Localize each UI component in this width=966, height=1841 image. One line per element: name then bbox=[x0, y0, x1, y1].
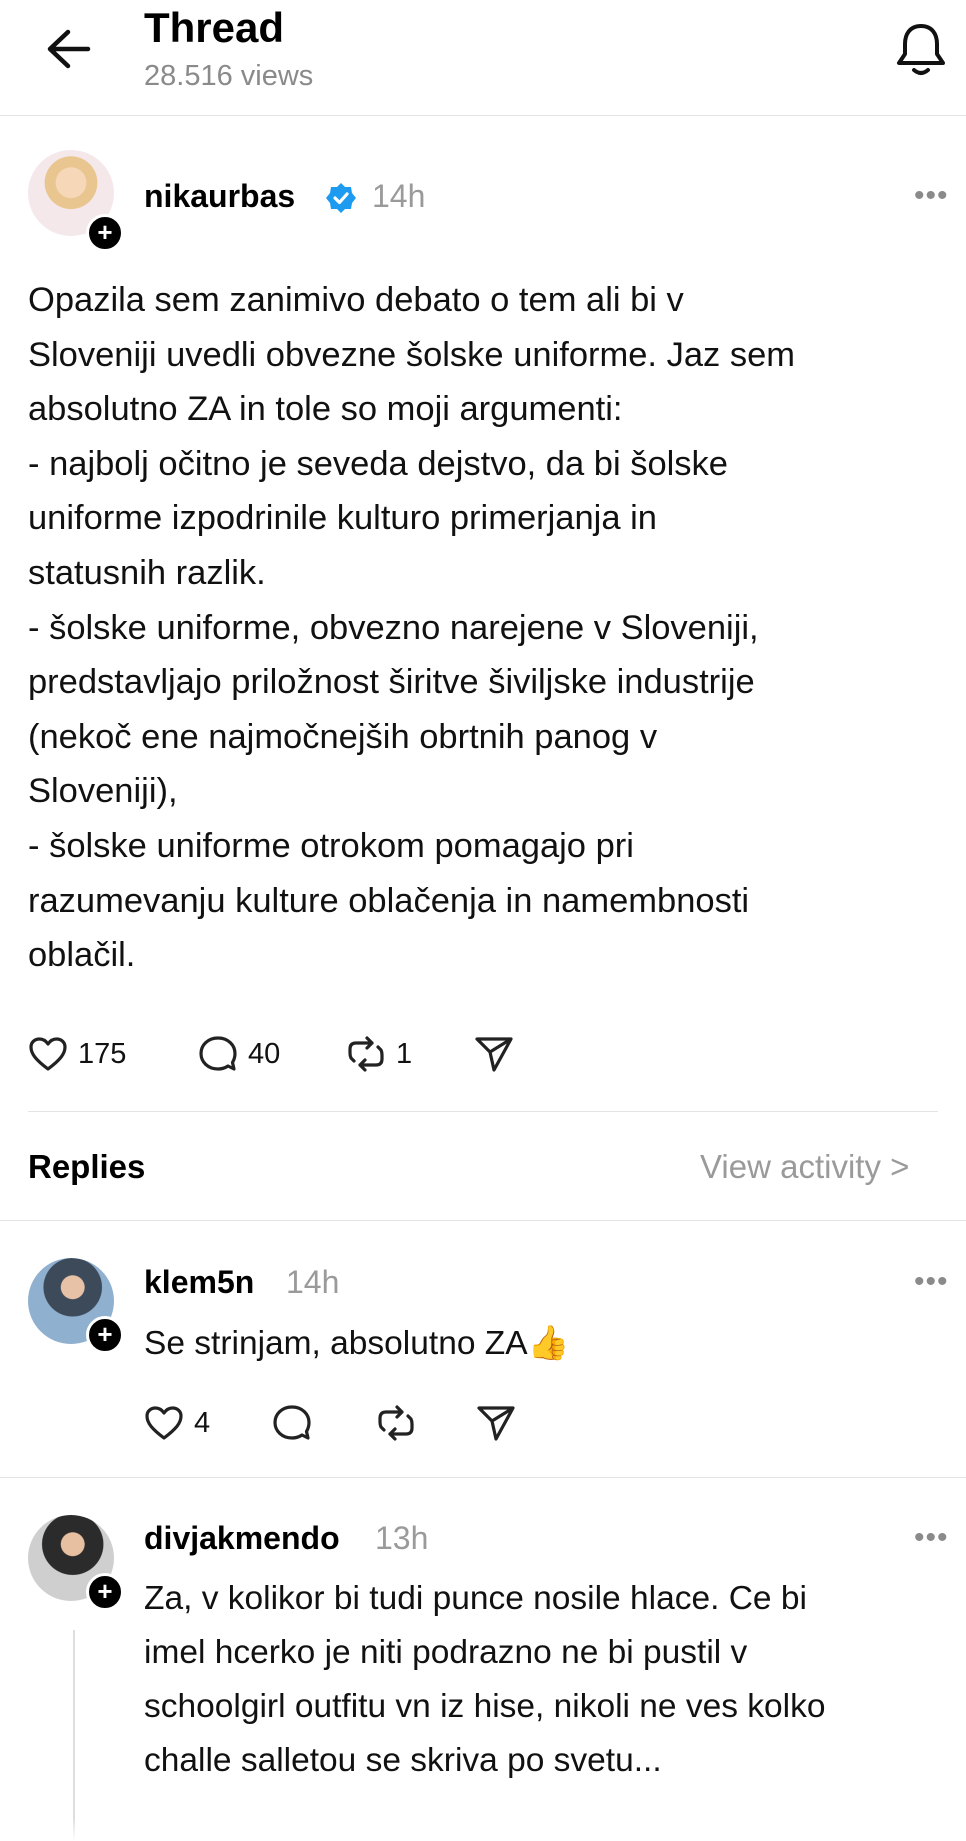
repost-button[interactable]: 1 bbox=[346, 1035, 474, 1073]
post-text-line: statusnih razlik. bbox=[28, 553, 266, 592]
more-options-icon[interactable]: ••• bbox=[914, 1267, 949, 1297]
like-button[interactable]: 175 bbox=[28, 1036, 198, 1072]
reply-body: Za, v kolikor bi tudi punce nosile hlace… bbox=[144, 1572, 826, 1788]
reply-text-line: Se strinjam, absolutno ZA👍 bbox=[144, 1325, 570, 1362]
post-text-line: Opazila sem zanimivo debato o tem ali bi… bbox=[28, 281, 684, 319]
post-divider bbox=[28, 1111, 938, 1112]
reply-actions: 4 bbox=[144, 1404, 516, 1442]
like-button[interactable]: 4 bbox=[144, 1405, 272, 1441]
share-button[interactable] bbox=[474, 1035, 514, 1073]
reply-author-username[interactable]: divjakmendo bbox=[144, 1518, 340, 1558]
repost-button[interactable] bbox=[376, 1404, 476, 1442]
follow-plus-icon[interactable]: + bbox=[86, 214, 124, 252]
reply-time: 13h bbox=[375, 1520, 429, 1556]
like-count: 4 bbox=[194, 1406, 211, 1439]
post-text-line: razumevanju kulture oblačenja in namembn… bbox=[28, 881, 750, 920]
heart-icon bbox=[145, 1406, 183, 1440]
replies-heading: Replies bbox=[28, 1148, 146, 1185]
top-bar: Thread 28.516 views bbox=[0, 0, 966, 116]
header-divider bbox=[0, 115, 966, 116]
repost-icon bbox=[378, 1405, 414, 1441]
post-text-line: oblačil. bbox=[28, 936, 136, 975]
post-body: Opazila sem zanimivo debato o tem ali bi… bbox=[28, 273, 948, 983]
view-activity-link[interactable]: View activity > bbox=[700, 1145, 909, 1189]
reply-divider bbox=[0, 1477, 966, 1478]
bottom-fade bbox=[0, 1818, 966, 1841]
send-icon bbox=[477, 1406, 515, 1441]
reply-author-username[interactable]: klem5n bbox=[144, 1262, 254, 1302]
post-text-line: absolutno ZA in tole so moji argumenti: bbox=[28, 390, 623, 429]
post-text-line: - najbolj očitno je seveda dejstvo, da b… bbox=[28, 444, 728, 483]
like-count: 175 bbox=[78, 1037, 127, 1070]
post-text-line: uniforme izpodrinile kulturo primerjanja… bbox=[28, 499, 657, 538]
follow-plus-icon[interactable]: + bbox=[86, 1316, 124, 1354]
page-title: Thread bbox=[144, 4, 285, 51]
arrow-left-icon bbox=[47, 29, 91, 69]
comment-count: 40 bbox=[248, 1037, 281, 1070]
reply-text-line: Za, v kolikor bi tudi punce nosile hlace… bbox=[144, 1580, 807, 1617]
reply-button[interactable] bbox=[272, 1404, 376, 1442]
reply-button[interactable]: 40 bbox=[198, 1035, 346, 1073]
reply-text-line: imel hcerko je niti podrazno ne bi pusti… bbox=[144, 1634, 748, 1671]
repost-count: 1 bbox=[396, 1037, 413, 1070]
verified-badge-icon bbox=[326, 183, 356, 213]
post-text-line: Sloveniji uvedli obvezne šolske uniforme… bbox=[28, 335, 796, 374]
post-author-username[interactable]: nikaurbas bbox=[144, 176, 295, 216]
post-text-line: - šolske uniforme, obvezno narejene v Sl… bbox=[28, 608, 759, 647]
post-text-line: predstavljajo priložnost širitve šiviljs… bbox=[28, 663, 755, 702]
more-options-icon[interactable]: ••• bbox=[914, 1523, 949, 1553]
comment-bubble-icon bbox=[273, 1405, 311, 1440]
notifications-button[interactable] bbox=[896, 20, 946, 78]
post-text-line: - šolske uniforme otrokom pomagajo pri bbox=[28, 826, 634, 865]
post-time: 14h bbox=[372, 178, 426, 214]
reply-text-line: challe salletou se skriva po svetu... bbox=[144, 1742, 662, 1779]
follow-plus-icon[interactable]: + bbox=[86, 1573, 124, 1611]
share-button[interactable] bbox=[476, 1404, 516, 1442]
heart-icon bbox=[29, 1037, 67, 1071]
replies-divider bbox=[0, 1220, 966, 1221]
send-icon bbox=[475, 1037, 513, 1072]
bell-icon bbox=[897, 24, 945, 75]
view-count: 28.516 views bbox=[144, 60, 314, 92]
repost-icon bbox=[348, 1036, 384, 1072]
thread-connector-line bbox=[73, 1630, 75, 1841]
comment-bubble-icon bbox=[199, 1036, 237, 1071]
reply-text-line: schoolgirl outfitu vn iz hise, nikoli ne… bbox=[144, 1688, 826, 1725]
post-text-line: (nekoč ene najmočnejših obrtnih panog v bbox=[28, 717, 658, 756]
post-text-line: Sloveniji), bbox=[28, 772, 178, 811]
reply-time: 14h bbox=[286, 1264, 340, 1300]
reply-body: Se strinjam, absolutno ZA👍 bbox=[144, 1317, 569, 1371]
post-actions: 175 40 1 bbox=[28, 1035, 514, 1073]
back-button[interactable] bbox=[42, 26, 96, 72]
more-options-icon[interactable]: ••• bbox=[914, 181, 949, 211]
